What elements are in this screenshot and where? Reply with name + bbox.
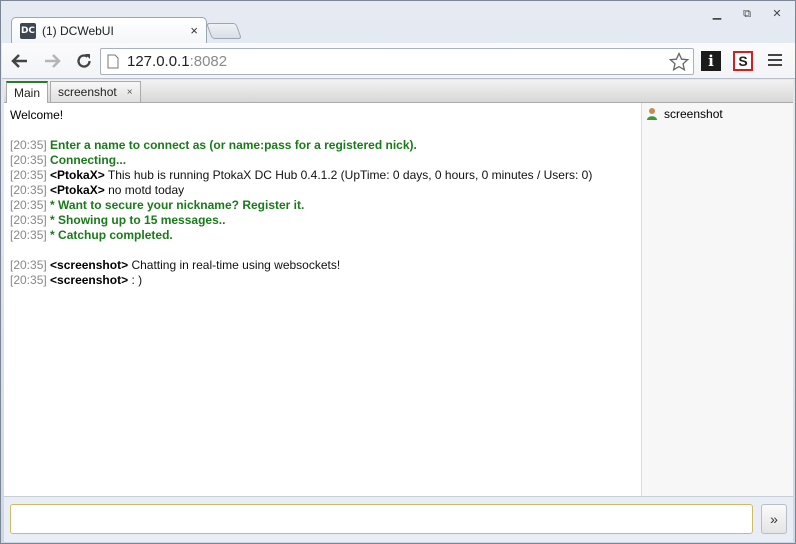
chat-line: [20:35] <screenshot> : ): [10, 273, 635, 288]
chat-nick[interactable]: <screenshot>: [50, 273, 128, 287]
menu-icon[interactable]: [768, 54, 782, 69]
new-tab-button[interactable]: [206, 23, 242, 39]
tab-main-label: Main: [14, 86, 41, 100]
chat-timestamp: [20:35]: [10, 183, 47, 197]
minimize-icon[interactable]: ▁: [707, 7, 727, 21]
system-message: Enter a name to connect as (or name:pass…: [50, 138, 417, 152]
system-message: * Catchup completed.: [50, 228, 173, 242]
system-message: Connecting...: [50, 153, 127, 167]
page-content: Main screenshot × Welcome! [20:35] Enter…: [4, 80, 793, 542]
chat-message: no motd today: [108, 183, 185, 197]
tab-close-icon[interactable]: ×: [190, 23, 198, 38]
restore-icon[interactable]: ⧉: [737, 7, 757, 21]
send-button[interactable]: »: [761, 504, 787, 534]
reload-button[interactable]: [70, 47, 98, 75]
window-controls: ▁ ⧉ ✕: [707, 7, 787, 21]
tab-strip: DC (1) DCWebUI × ▁ ⧉ ✕: [1, 1, 795, 43]
chat-timestamp: [20:35]: [10, 198, 47, 212]
page-icon: [107, 54, 119, 69]
tab-screenshot-label: screenshot: [58, 85, 117, 99]
chat-line: [20:35] Enter a name to connect as (or n…: [10, 138, 635, 153]
tab-screenshot[interactable]: screenshot ×: [50, 81, 141, 102]
user-list-item[interactable]: screenshot: [646, 107, 789, 121]
chat-line: [20:35] <PtokaX> This hub is running Pto…: [10, 168, 635, 183]
user-name: screenshot: [664, 107, 723, 121]
url-host: 127.0.0.1: [127, 53, 190, 70]
user-list: screenshot: [641, 103, 793, 496]
back-button[interactable]: [6, 47, 34, 75]
dc-favicon-icon: DC: [20, 22, 36, 39]
browser-tab[interactable]: DC (1) DCWebUI ×: [11, 17, 207, 43]
chat-message: Chatting in real-time using websockets!: [131, 258, 341, 272]
chat-message: : ): [131, 273, 143, 287]
chat-log: Welcome! [20:35] Enter a name to connect…: [4, 103, 641, 496]
chat-timestamp: [20:35]: [10, 228, 47, 242]
forward-button[interactable]: [38, 47, 66, 75]
chat-timestamp: [20:35]: [10, 213, 47, 227]
input-bar: »: [4, 496, 793, 542]
chat-nick[interactable]: <PtokaX>: [50, 183, 105, 197]
chat-nick[interactable]: <screenshot>: [50, 258, 128, 272]
s-extension-icon[interactable]: S: [733, 51, 753, 71]
url-port: :8082: [189, 53, 228, 70]
welcome-message: Welcome!: [10, 108, 64, 122]
browser-window: DC (1) DCWebUI × ▁ ⧉ ✕ 127.0.0.1:8082 i …: [0, 0, 796, 544]
app-tab-bar: Main screenshot ×: [4, 80, 793, 103]
chat-message: This hub is running PtokaX DC Hub 0.4.1.…: [107, 168, 593, 182]
chat-timestamp: [20:35]: [10, 153, 47, 167]
chat-line: [20:35] <screenshot> Chatting in real-ti…: [10, 258, 635, 273]
chat-timestamp: [20:35]: [10, 273, 47, 287]
chat-line: [20:35] * Catchup completed.: [10, 228, 635, 243]
chat-line: [20:35] Connecting...: [10, 153, 635, 168]
back-arrow-icon: [11, 53, 27, 68]
chat-input[interactable]: [10, 504, 753, 534]
forward-arrow-icon: [45, 53, 61, 68]
system-message: * Want to secure your nickname? Register…: [50, 198, 305, 212]
browser-tab-title: (1) DCWebUI: [42, 23, 114, 38]
chat-line: [20:35] <PtokaX> no motd today: [10, 183, 635, 198]
close-window-icon[interactable]: ✕: [767, 7, 787, 21]
chat-line: [20:35] * Want to secure your nickname? …: [10, 198, 635, 213]
bookmark-star-icon[interactable]: [669, 52, 689, 72]
chat-timestamp: [20:35]: [10, 168, 47, 182]
chat-line: [20:35] * Showing up to 15 messages..: [10, 213, 635, 228]
chat-timestamp: [20:35]: [10, 258, 47, 272]
reload-icon: [77, 53, 91, 68]
chat-timestamp: [20:35]: [10, 138, 47, 152]
system-message: * Showing up to 15 messages..: [50, 213, 226, 227]
user-icon: [647, 108, 657, 120]
tab-main[interactable]: Main: [6, 81, 49, 103]
address-bar[interactable]: 127.0.0.1:8082: [100, 48, 694, 75]
browser-toolbar: 127.0.0.1:8082 i S: [2, 43, 795, 79]
chat-nick[interactable]: <PtokaX>: [50, 168, 105, 182]
tab-screenshot-close-icon[interactable]: ×: [127, 87, 133, 98]
info-extension-icon[interactable]: i: [701, 51, 721, 71]
